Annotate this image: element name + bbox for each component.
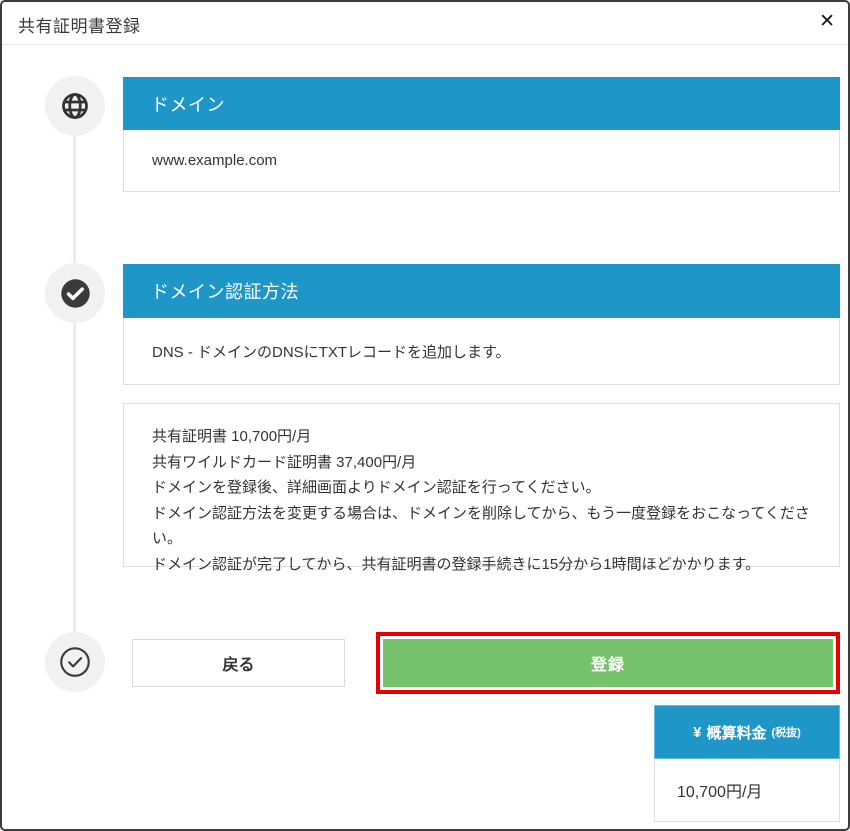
estimated-price-amount: 10,700円/月	[654, 759, 840, 822]
info-line: ドメイン認証が完了してから、共有証明書の登録手続きに15分から1時間ほどかかりま…	[152, 552, 811, 578]
auth-method-value: DNS - ドメインのDNSにTXTレコードを追加します。	[123, 318, 840, 385]
stepper-connector-line	[73, 106, 76, 662]
step-auth-method-indicator	[45, 263, 105, 323]
domain-value: www.example.com	[123, 130, 840, 192]
auth-method-panel-header: ドメイン認証方法	[123, 264, 840, 318]
estimated-price-title: 概算料金	[707, 722, 767, 743]
info-line: ドメインを登録後、詳細画面よりドメイン認証を行ってください。	[152, 475, 811, 501]
back-button[interactable]: 戻る	[132, 639, 345, 687]
info-line: 共有ワイルドカード証明書 37,400円/月	[152, 450, 811, 476]
domain-panel: ドメイン www.example.com	[123, 77, 840, 192]
register-button[interactable]: 登録	[383, 639, 833, 687]
info-line: 共有証明書 10,700円/月	[152, 424, 811, 450]
estimated-price-panel: ¥ 概算料金 (税抜) 10,700円/月	[654, 705, 840, 822]
header-divider	[2, 44, 848, 45]
info-line: ドメイン認証方法を変更する場合は、ドメインを削除してから、もう一度登録をおこなっ…	[152, 501, 811, 552]
page-title: 共有証明書登録	[18, 12, 141, 37]
yen-icon: ¥	[693, 724, 701, 741]
domain-panel-header: ドメイン	[123, 77, 840, 130]
register-button-highlight: 登録	[376, 632, 840, 694]
tax-excluded-note: (税抜)	[772, 724, 801, 740]
globe-icon	[60, 91, 90, 121]
step-domain-indicator	[45, 76, 105, 136]
estimated-price-header: ¥ 概算料金 (税抜)	[654, 705, 840, 759]
close-button[interactable]: ✕	[819, 8, 835, 36]
pricing-info-box: 共有証明書 10,700円/月 共有ワイルドカード証明書 37,400円/月 ド…	[123, 403, 840, 567]
check-outline-icon	[59, 646, 91, 678]
shared-certificate-registration-dialog: 共有証明書登録 ✕	[0, 0, 850, 831]
step-confirm-indicator	[45, 632, 105, 692]
close-icon: ✕	[819, 11, 835, 32]
check-filled-icon	[60, 278, 91, 309]
auth-method-panel: ドメイン認証方法 DNS - ドメインのDNSにTXTレコードを追加します。	[123, 264, 840, 385]
